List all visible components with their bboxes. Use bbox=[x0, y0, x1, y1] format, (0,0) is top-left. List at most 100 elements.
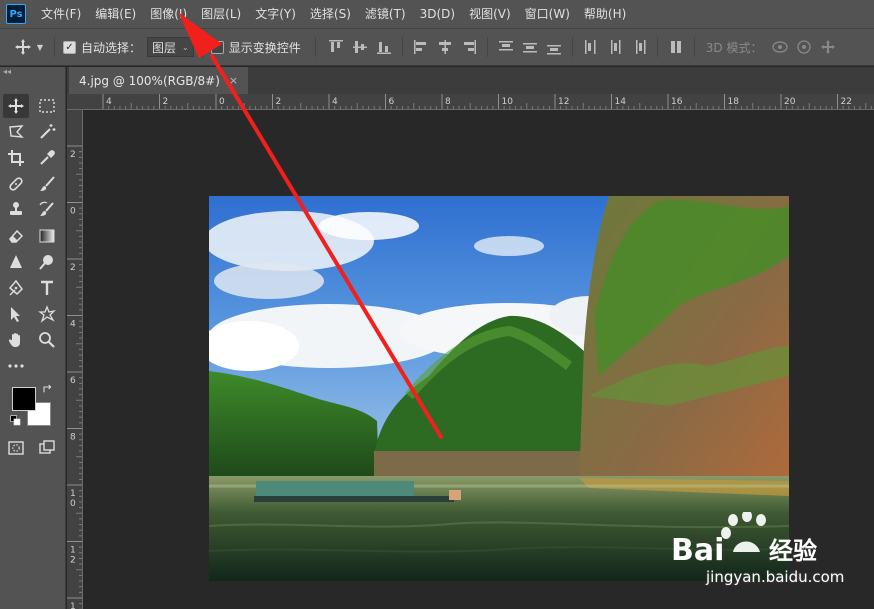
align-vcenter-icon[interactable] bbox=[350, 37, 370, 57]
ruler-label: 4 bbox=[106, 97, 112, 107]
ruler-label: 8 bbox=[70, 433, 76, 443]
photoshop-logo: Ps bbox=[6, 4, 26, 24]
dodge-tool-icon[interactable] bbox=[34, 250, 60, 274]
document-tab-bar: 4.jpg @ 100%(RGB/8#) × bbox=[67, 67, 874, 94]
blur-tool-icon[interactable] bbox=[3, 250, 29, 274]
align-bottom-icon[interactable] bbox=[374, 37, 394, 57]
align-right-icon[interactable] bbox=[459, 37, 479, 57]
ruler-label: 2 bbox=[163, 97, 169, 107]
align-hcenter-icon[interactable] bbox=[435, 37, 455, 57]
tools-panel: ◂◂ bbox=[0, 67, 66, 609]
eyedropper-tool-icon[interactable] bbox=[34, 146, 60, 170]
menu-window[interactable]: 窗口(W) bbox=[518, 0, 577, 28]
horizontal-ruler[interactable]: 4 2 0 2 4 6 8 10 12 14 16 18 20 22 bbox=[67, 94, 874, 110]
eraser-tool-icon[interactable] bbox=[3, 224, 29, 248]
watermark-url: jingyan.baidu.com bbox=[706, 568, 845, 586]
ruler-label: 8 bbox=[445, 97, 451, 107]
distribute-hcenter-icon[interactable] bbox=[605, 37, 625, 57]
type-tool-icon[interactable] bbox=[34, 276, 60, 300]
gradient-tool-icon[interactable] bbox=[34, 224, 60, 248]
ruler-label: 22 bbox=[841, 97, 852, 107]
distribute-right-icon[interactable] bbox=[629, 37, 649, 57]
distribute-left-icon[interactable] bbox=[581, 37, 601, 57]
ruler-label: 4 bbox=[70, 320, 76, 330]
ruler-label: 2 bbox=[276, 97, 282, 107]
ruler-label: 2 bbox=[70, 556, 76, 566]
clone-stamp-tool-icon[interactable] bbox=[3, 198, 29, 222]
menu-view[interactable]: 视图(V) bbox=[462, 0, 518, 28]
ruler-label: 14 bbox=[615, 97, 627, 107]
move-tool-icon[interactable] bbox=[3, 94, 29, 118]
ruler-label: 18 bbox=[728, 97, 740, 107]
crop-tool-icon[interactable] bbox=[3, 146, 29, 170]
marquee-tool-icon[interactable] bbox=[34, 94, 60, 118]
auto-select-target-value: 图层 bbox=[152, 40, 177, 55]
move-tool-preset-icon[interactable] bbox=[12, 36, 34, 58]
ruler-label: 6 bbox=[70, 376, 76, 386]
ruler-label: 12 bbox=[558, 97, 569, 107]
screen-mode-icon[interactable] bbox=[34, 436, 60, 460]
watermark-brand-text: Bai bbox=[671, 533, 724, 568]
auto-align-icon[interactable] bbox=[666, 37, 686, 57]
quick-mask-icon[interactable] bbox=[3, 436, 29, 460]
history-brush-tool-icon[interactable] bbox=[34, 198, 60, 222]
ruler-label: 2 bbox=[70, 263, 76, 273]
zoom-tool-icon[interactable] bbox=[34, 328, 60, 352]
align-left-icon[interactable] bbox=[411, 37, 431, 57]
menu-type[interactable]: 文字(Y) bbox=[248, 0, 303, 28]
magic-wand-tool-icon[interactable] bbox=[34, 120, 60, 144]
distribute-bottom-icon[interactable] bbox=[544, 37, 564, 57]
orbit-3d-icon[interactable] bbox=[770, 37, 790, 57]
ruler-label: 2 bbox=[70, 150, 76, 160]
distribute-top-icon[interactable] bbox=[496, 37, 516, 57]
roll-3d-icon[interactable] bbox=[794, 37, 814, 57]
vertical-ruler[interactable]: 202468101214 bbox=[67, 110, 83, 609]
ruler-label: 20 bbox=[784, 97, 796, 107]
close-icon[interactable]: × bbox=[229, 74, 238, 87]
distribute-vcenter-icon[interactable] bbox=[520, 37, 540, 57]
more-tools-icon[interactable] bbox=[3, 354, 29, 378]
ruler-label: 0 bbox=[70, 499, 76, 509]
ruler-label: 1 bbox=[70, 546, 76, 556]
align-top-icon[interactable] bbox=[326, 37, 346, 57]
ruler-label: 1 bbox=[70, 602, 76, 609]
pen-tool-icon[interactable] bbox=[3, 276, 29, 300]
custom-shape-tool-icon[interactable] bbox=[34, 302, 60, 326]
collapse-panel-icon[interactable]: ◂◂ bbox=[3, 67, 11, 76]
menu-help[interactable]: 帮助(H) bbox=[577, 0, 633, 28]
healing-brush-tool-icon[interactable] bbox=[3, 172, 29, 196]
path-selection-tool-icon[interactable] bbox=[3, 302, 29, 326]
ruler-label: 0 bbox=[70, 207, 76, 217]
ruler-label: 1 bbox=[70, 489, 76, 499]
menu-3d[interactable]: 3D(D) bbox=[413, 0, 462, 28]
foreground-color-swatch[interactable] bbox=[12, 387, 36, 411]
hand-tool-icon[interactable] bbox=[3, 328, 29, 352]
auto-select-label: 自动选择： bbox=[81, 40, 142, 55]
document-tab-title: 4.jpg @ 100%(RGB/8#) bbox=[79, 73, 220, 88]
ruler-label: 0 bbox=[219, 97, 225, 107]
ruler-label: 10 bbox=[502, 97, 514, 107]
swap-colors-icon[interactable] bbox=[40, 381, 56, 397]
auto-select-checkbox[interactable]: ✓ bbox=[63, 40, 76, 54]
chevron-down-icon: ⌄ bbox=[182, 42, 189, 52]
mode-3d-label: 3D 模式： bbox=[705, 40, 763, 55]
show-transform-checkbox[interactable] bbox=[210, 40, 224, 54]
lasso-tool-icon[interactable] bbox=[3, 120, 29, 144]
chevron-down-icon[interactable]: ▼ bbox=[34, 36, 46, 58]
menu-image[interactable]: 图像(I) bbox=[143, 0, 194, 28]
menu-select[interactable]: 选择(S) bbox=[303, 0, 358, 28]
ruler-label: 4 bbox=[332, 97, 338, 107]
menu-filter[interactable]: 滤镜(T) bbox=[358, 0, 413, 28]
document-tab[interactable]: 4.jpg @ 100%(RGB/8#) × bbox=[69, 67, 249, 94]
menu-bar: Ps 文件(F) 编辑(E) 图像(I) 图层(L) 文字(Y) 选择(S) 滤… bbox=[0, 0, 874, 28]
ruler-label: 16 bbox=[671, 97, 683, 107]
auto-select-target-dropdown[interactable]: 图层 ⌄ bbox=[147, 37, 194, 57]
menu-file[interactable]: 文件(F) bbox=[34, 0, 88, 28]
menu-edit[interactable]: 编辑(E) bbox=[88, 0, 143, 28]
watermark-brand-text-2: 经验 bbox=[769, 537, 817, 565]
ruler-label: 6 bbox=[389, 97, 395, 107]
default-colors-icon[interactable] bbox=[8, 413, 24, 429]
brush-tool-icon[interactable] bbox=[34, 172, 60, 196]
menu-layer[interactable]: 图层(L) bbox=[194, 0, 248, 28]
pan-3d-icon[interactable] bbox=[818, 37, 838, 57]
